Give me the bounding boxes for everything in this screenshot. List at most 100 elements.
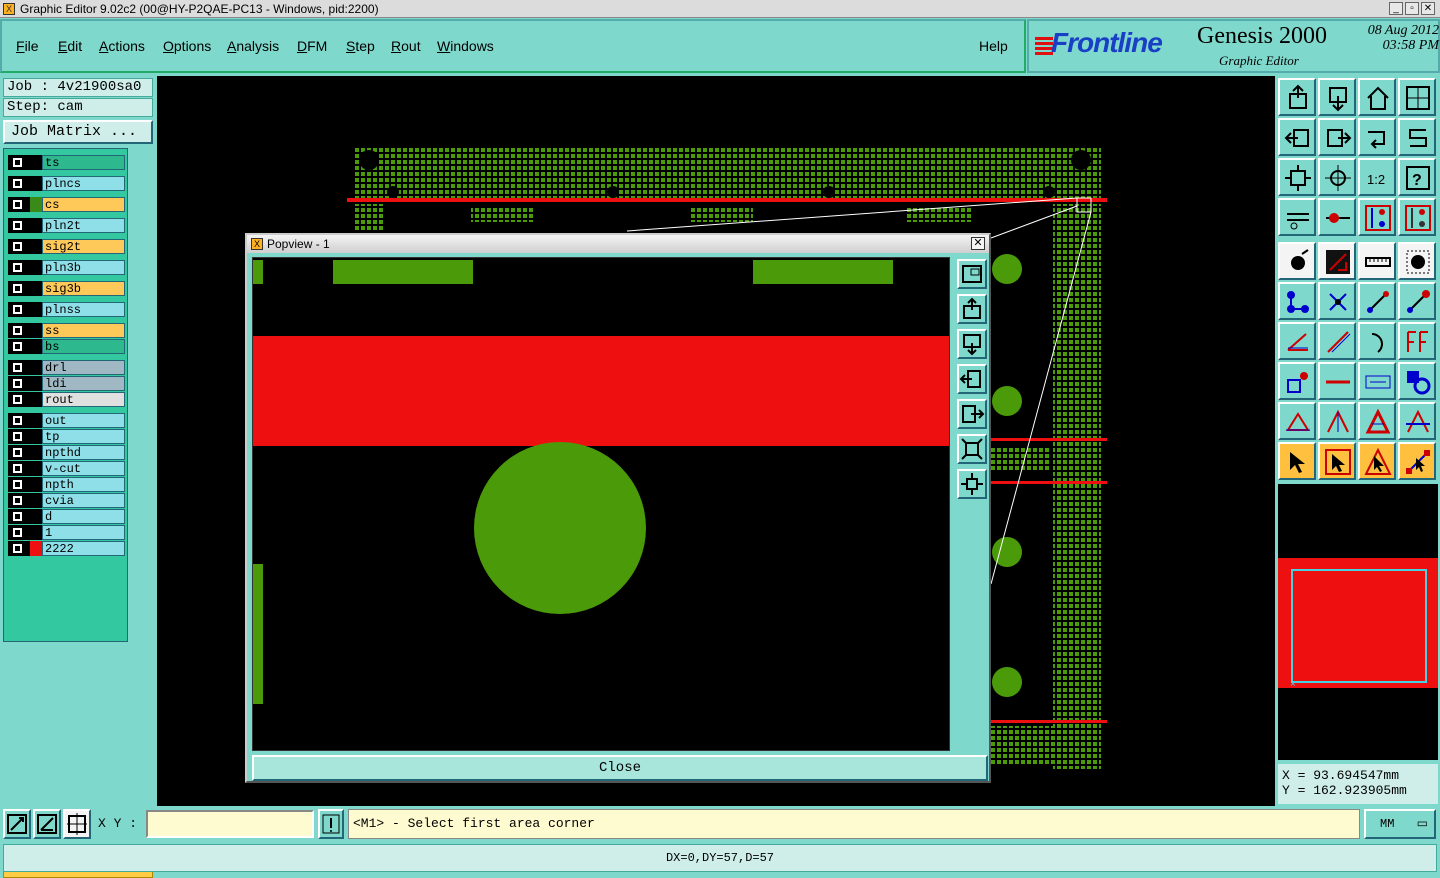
shapes-icon[interactable] <box>1398 362 1436 400</box>
layer-name[interactable]: npthd <box>42 445 125 460</box>
house-icon[interactable] <box>1358 78 1396 116</box>
layer-row-2222[interactable]: 2222 <box>8 541 126 556</box>
layer-row-bs[interactable]: bs <box>8 339 126 354</box>
layer-name[interactable]: pln3b <box>42 260 125 275</box>
select-pointer-icon[interactable] <box>1278 442 1316 480</box>
select-area-icon[interactable] <box>1358 442 1396 480</box>
overview-preview[interactable]: × <box>1278 484 1438 760</box>
layer-checkbox[interactable] <box>8 197 30 212</box>
layer-row-pln2t[interactable]: pln2t <box>8 218 126 233</box>
home-up-tool-icon[interactable] <box>1278 78 1316 116</box>
layer-row-1[interactable]: 1 <box>8 525 126 540</box>
layer-color-swatch[interactable] <box>30 413 42 428</box>
layer-row-npthd[interactable]: npthd <box>8 445 126 460</box>
layer-name[interactable]: sig3b <box>42 281 125 296</box>
layer-color-swatch[interactable] <box>30 339 42 354</box>
layer-checkbox[interactable] <box>8 392 30 407</box>
popview-titlebar[interactable]: X Popview - 1 ✕ <box>247 235 989 253</box>
menu-step[interactable]: Step <box>346 38 375 54</box>
triangle-2-icon[interactable] <box>1318 402 1356 440</box>
layer-row-v-cut[interactable]: v-cut <box>8 461 126 476</box>
layer-row-cvia[interactable]: cvia <box>8 493 126 508</box>
job-matrix-button[interactable]: Job Matrix ... <box>3 120 153 144</box>
menu-windows[interactable]: Windows <box>437 38 494 54</box>
layer-checkbox[interactable] <box>8 376 30 391</box>
layer-color-swatch[interactable] <box>30 281 42 296</box>
layer-color-swatch[interactable] <box>30 541 42 556</box>
layer-checkbox[interactable] <box>8 525 30 540</box>
triangle-4-icon[interactable] <box>1398 402 1436 440</box>
layer-color-swatch[interactable] <box>30 461 42 476</box>
pan-left-icon[interactable] <box>1278 118 1316 156</box>
layer-name[interactable]: ts <box>42 155 125 170</box>
layer-checkbox[interactable] <box>8 461 30 476</box>
snap-icon[interactable] <box>3 809 31 839</box>
layer-name[interactable]: plncs <box>42 176 125 191</box>
layer-compare-2-icon[interactable] <box>1398 198 1436 236</box>
layer-name[interactable]: cvia <box>42 493 125 508</box>
popview-pan-up-icon[interactable] <box>957 294 987 324</box>
layer-color-swatch[interactable] <box>30 323 42 338</box>
measure-tool-icon[interactable] <box>1278 198 1316 236</box>
layer-name[interactable]: ss <box>42 323 125 338</box>
home-down-tool-icon[interactable] <box>1318 78 1356 116</box>
popview-canvas[interactable] <box>252 257 950 751</box>
window-split-icon[interactable] <box>1398 78 1436 116</box>
layer-checkbox[interactable] <box>8 260 30 275</box>
xy-input[interactable] <box>146 810 314 838</box>
layer-checkbox[interactable] <box>8 302 30 317</box>
layer-checkbox[interactable] <box>8 360 30 375</box>
popview-zoom-center-icon[interactable] <box>957 469 987 499</box>
pan-right-icon[interactable] <box>1318 118 1356 156</box>
s-curve-icon[interactable] <box>1398 118 1436 156</box>
layer-row-out[interactable]: out <box>8 413 126 428</box>
menu-analysis[interactable]: Analysis <box>227 38 279 54</box>
layer-color-swatch[interactable] <box>30 302 42 317</box>
angle-add-icon[interactable] <box>1318 242 1356 280</box>
line-points-icon[interactable] <box>1358 282 1396 320</box>
layer-color-swatch[interactable] <box>30 445 42 460</box>
layer-color-swatch[interactable] <box>30 525 42 540</box>
dimension-icon[interactable] <box>1358 362 1396 400</box>
layer-name[interactable]: 2222 <box>42 541 125 556</box>
dashed-circle-icon[interactable] <box>1398 242 1436 280</box>
layer-name[interactable]: rout <box>42 392 125 407</box>
menu-options[interactable]: Options <box>163 38 211 54</box>
menu-dfm[interactable]: DFM <box>297 38 327 54</box>
close-window-button[interactable]: ✕ <box>1421 2 1435 15</box>
layer-checkbox[interactable] <box>8 239 30 254</box>
layer-color-swatch[interactable] <box>30 239 42 254</box>
layer-name[interactable]: tp <box>42 429 125 444</box>
layer-name[interactable]: pln2t <box>42 218 125 233</box>
menu-help[interactable]: Help <box>979 38 1008 54</box>
layer-row-rout[interactable]: rout <box>8 392 126 407</box>
layer-name[interactable]: npth <box>42 477 125 492</box>
layer-row-pln3b[interactable]: pln3b <box>8 260 126 275</box>
layer-checkbox[interactable] <box>8 493 30 508</box>
pad-line-icon[interactable] <box>1318 198 1356 236</box>
menu-rout[interactable]: Rout <box>391 38 421 54</box>
layer-row-sig2t[interactable]: sig2t <box>8 239 126 254</box>
maximize-button[interactable]: ▫ <box>1405 2 1419 15</box>
layer-row-drl[interactable]: drl <box>8 360 126 375</box>
layer-checkbox[interactable] <box>8 509 30 524</box>
diagonal-line-icon[interactable] <box>1318 322 1356 360</box>
layer-color-swatch[interactable] <box>30 509 42 524</box>
layer-name[interactable]: drl <box>42 360 125 375</box>
units-selector[interactable]: MM ▭ <box>1364 809 1436 839</box>
popview-close-button[interactable]: Close <box>252 755 988 781</box>
layer-color-swatch[interactable] <box>30 429 42 444</box>
zoom-fit-icon[interactable] <box>1278 158 1316 196</box>
minimize-button[interactable]: _ <box>1389 2 1403 15</box>
horizontal-line-icon[interactable] <box>1318 362 1356 400</box>
layer-row-cs[interactable]: cs <box>8 197 126 212</box>
angle-snap-icon[interactable] <box>33 809 61 839</box>
layer-color-swatch[interactable] <box>30 260 42 275</box>
pad-move-icon[interactable] <box>1278 362 1316 400</box>
layer-name[interactable]: ldi <box>42 376 125 391</box>
layer-checkbox[interactable] <box>8 541 30 556</box>
layer-color-swatch[interactable] <box>30 155 42 170</box>
layer-compare-icon[interactable] <box>1358 198 1396 236</box>
layer-checkbox[interactable] <box>8 339 30 354</box>
swap-icon[interactable] <box>1358 118 1396 156</box>
